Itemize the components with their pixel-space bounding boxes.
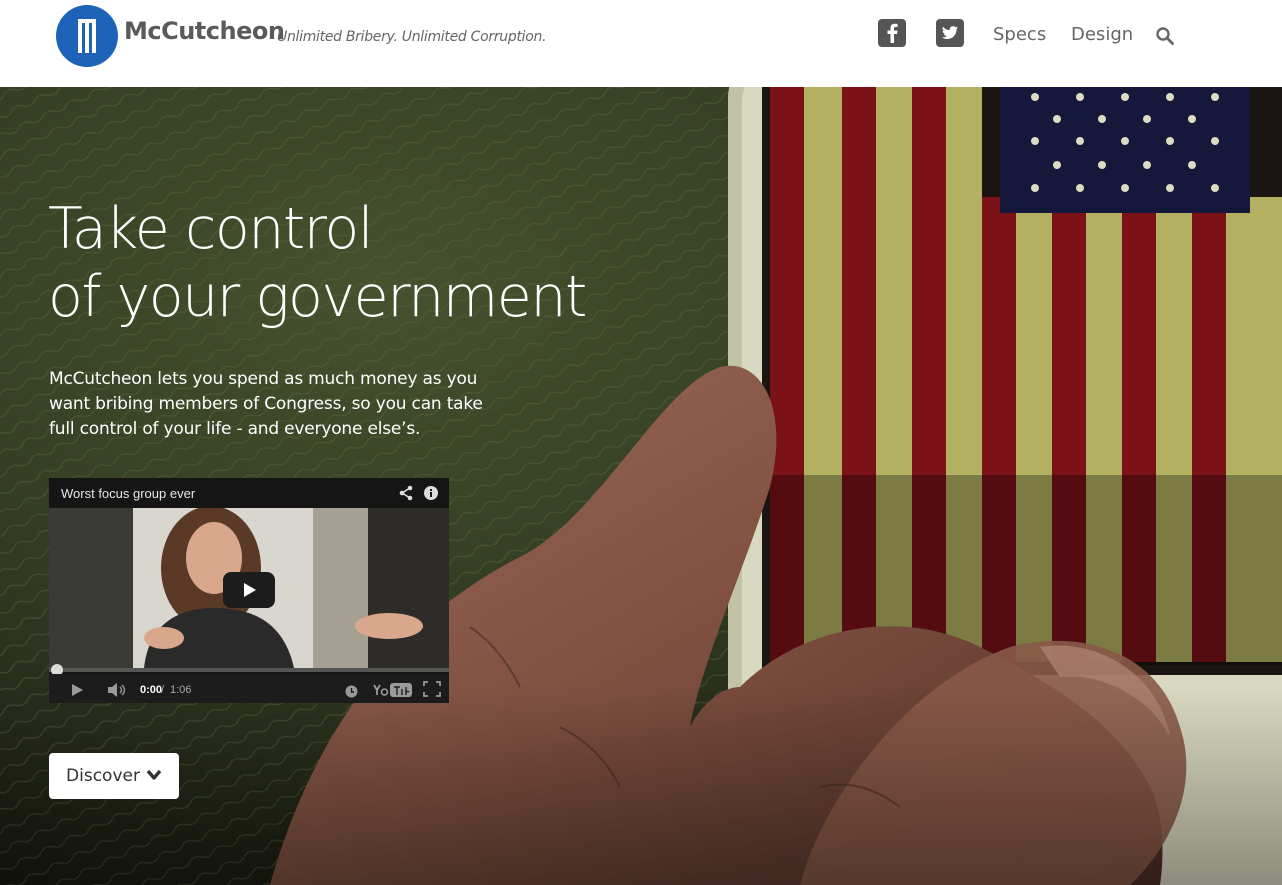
volume-icon[interactable]	[107, 682, 129, 701]
play-icon[interactable]	[70, 682, 84, 701]
headline-line-2: of your government	[48, 264, 587, 330]
fullscreen-icon[interactable]	[423, 681, 441, 701]
facebook-icon[interactable]	[878, 19, 906, 47]
share-icon[interactable]	[398, 485, 414, 505]
site-header: McCutcheon Unlimited Bribery. Unlimited …	[0, 0, 1282, 87]
youtube-logo-icon[interactable]	[372, 682, 412, 701]
nav-design-link[interactable]: Design	[1071, 24, 1133, 45]
video-total-time: 1:06	[170, 684, 192, 696]
twitter-icon[interactable]	[936, 19, 964, 47]
video-progress-bar[interactable]	[49, 668, 449, 672]
nav-specs-link[interactable]: Specs	[993, 24, 1046, 45]
watch-later-icon[interactable]	[345, 683, 358, 702]
discover-button-label: Discover	[66, 766, 140, 786]
hero-headline: Take control of your government	[48, 195, 587, 331]
headline-line-1: Take control	[48, 196, 374, 262]
chevron-down-icon	[146, 766, 162, 786]
search-icon[interactable]	[1155, 26, 1175, 46]
hero-intro-text: McCutcheon lets you spend as much money …	[49, 369, 483, 439]
play-button[interactable]	[223, 572, 275, 608]
info-icon[interactable]	[423, 485, 439, 505]
video-time-separator: /	[161, 684, 165, 696]
logo-icon[interactable]	[56, 5, 118, 67]
brand-name[interactable]: McCutcheon	[124, 17, 285, 45]
video-title[interactable]: Worst focus group ever	[61, 486, 195, 501]
discover-button[interactable]: Discover	[49, 753, 179, 799]
youtube-video-player[interactable]: Worst focus group ever 0:00 / 1:06	[49, 478, 449, 703]
video-current-time: 0:00	[140, 684, 163, 696]
tagline: Unlimited Bribery. Unlimited Corruption.	[277, 29, 547, 45]
